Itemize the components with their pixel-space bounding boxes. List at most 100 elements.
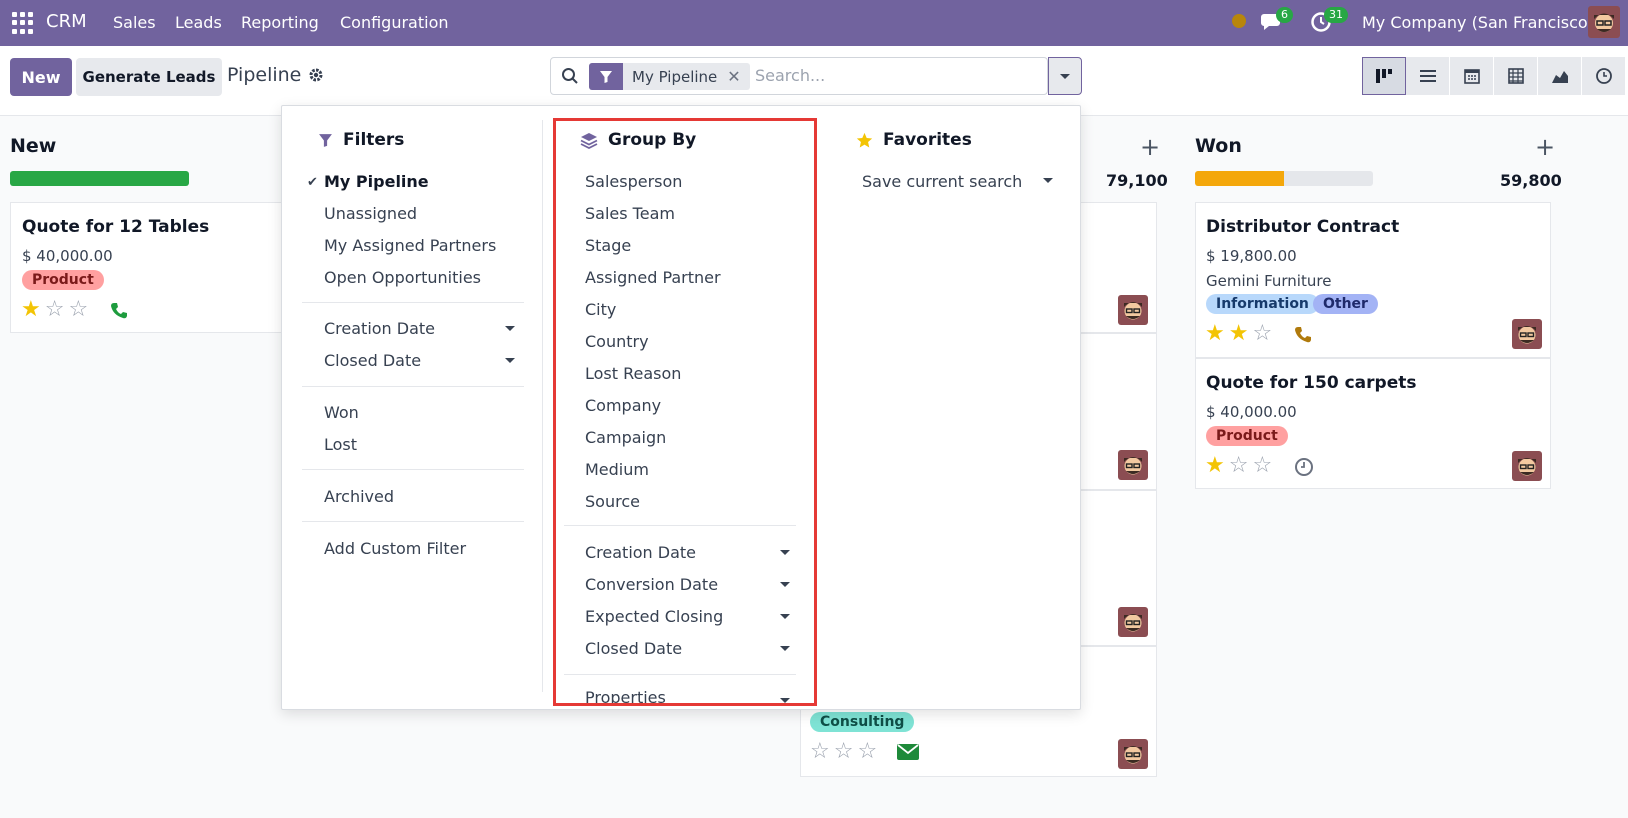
chat-icon[interactable]: 6 xyxy=(1260,7,1293,37)
close-icon[interactable]: ✕ xyxy=(727,67,749,86)
new-button[interactable]: New xyxy=(10,58,72,96)
company-switcher[interactable]: My Company (San Francisco) xyxy=(1362,13,1594,32)
phone-icon[interactable] xyxy=(110,302,128,324)
graph-view-button[interactable] xyxy=(1538,57,1582,95)
groupby-properties[interactable]: Properties xyxy=(585,691,666,705)
groupby-creation-date[interactable]: Creation Date xyxy=(585,543,696,562)
divider xyxy=(564,674,796,675)
envelope-icon[interactable] xyxy=(897,744,919,764)
activity-clock-icon[interactable]: 31 xyxy=(1310,7,1348,37)
groupby-closed-date[interactable]: Closed Date xyxy=(585,639,682,658)
filter-my-pipeline[interactable]: My Pipeline xyxy=(324,172,429,191)
star-icon[interactable]: ☆ xyxy=(1252,455,1272,477)
star-icon[interactable]: ☆ xyxy=(857,741,877,763)
groupby-assigned-partner[interactable]: Assigned Partner xyxy=(585,268,721,287)
filter-creation-date[interactable]: Creation Date xyxy=(324,319,435,338)
star-icon[interactable]: ★ xyxy=(1205,323,1225,345)
groupby-medium[interactable]: Medium xyxy=(585,460,649,479)
priority-stars[interactable]: ★ ★ ☆ xyxy=(1205,323,1272,345)
divider xyxy=(564,525,796,526)
star-icon[interactable]: ☆ xyxy=(1252,323,1272,345)
chevron-down-icon[interactable] xyxy=(505,326,515,331)
search-input[interactable] xyxy=(755,66,1015,85)
column-progress-bar[interactable] xyxy=(1195,171,1373,186)
groupby-city[interactable]: City xyxy=(585,300,616,319)
filter-closed-date[interactable]: Closed Date xyxy=(324,351,421,370)
column-progress-bar[interactable] xyxy=(10,171,189,186)
card-title: Distributor Contract xyxy=(1206,217,1400,237)
search-options-toggle[interactable] xyxy=(1048,57,1082,95)
priority-stars[interactable]: ★ ☆ ☆ xyxy=(21,299,88,321)
groupby-expected-closing[interactable]: Expected Closing xyxy=(585,607,723,626)
column-title-won[interactable]: Won xyxy=(1195,135,1242,157)
menu-sales[interactable]: Sales xyxy=(113,13,156,32)
avatar xyxy=(1512,451,1542,481)
star-icon[interactable]: ★ xyxy=(1229,323,1249,345)
add-card-plus-icon[interactable]: + xyxy=(1535,133,1555,161)
kanban-card[interactable]: Quote for 150 carpets $ 40,000.00 Produc… xyxy=(1195,358,1551,489)
groupby-source[interactable]: Source xyxy=(585,492,640,511)
filters-heading: Filters xyxy=(318,130,404,150)
kanban-card[interactable]: Quote for 12 Tables $ 40,000.00 Product … xyxy=(10,202,300,333)
priority-stars[interactable]: ☆ ☆ ☆ xyxy=(810,741,877,763)
filter-my-assigned-partners[interactable]: My Assigned Partners xyxy=(324,236,496,255)
filter-open-opportunities[interactable]: Open Opportunities xyxy=(324,268,481,287)
star-icon[interactable]: ☆ xyxy=(1229,455,1249,477)
filter-unassigned[interactable]: Unassigned xyxy=(324,204,417,223)
star-icon[interactable]: ☆ xyxy=(834,741,854,763)
chevron-down-icon[interactable] xyxy=(1043,178,1053,183)
groupby-campaign[interactable]: Campaign xyxy=(585,428,666,447)
star-icon[interactable]: ☆ xyxy=(810,741,830,763)
priority-stars[interactable]: ★ ☆ ☆ xyxy=(1205,455,1272,477)
menu-leads[interactable]: Leads xyxy=(175,13,222,32)
groupby-company[interactable]: Company xyxy=(585,396,661,415)
chevron-down-icon[interactable] xyxy=(780,582,790,587)
kanban-card[interactable]: Distributor Contract $ 19,800.00 Gemini … xyxy=(1195,202,1551,358)
column-separator xyxy=(542,120,543,692)
kanban-view-button[interactable] xyxy=(1362,57,1406,95)
top-navbar: CRM Sales Leads Reporting Configuration … xyxy=(0,0,1628,46)
chevron-down-icon[interactable] xyxy=(780,698,790,703)
app-brand[interactable]: CRM xyxy=(46,11,87,32)
groupby-sales-team[interactable]: Sales Team xyxy=(585,204,675,223)
apps-menu-icon[interactable] xyxy=(12,12,34,34)
chevron-down-icon[interactable] xyxy=(505,358,515,363)
activity-badge: 31 xyxy=(1324,7,1348,23)
groupby-country[interactable]: Country xyxy=(585,332,649,351)
card-title: Quote for 12 Tables xyxy=(22,217,210,237)
activity-view-button[interactable] xyxy=(1582,57,1626,95)
clock-icon[interactable] xyxy=(1294,457,1314,481)
search-options-dropdown: Filters ✔ My Pipeline Unassigned My Assi… xyxy=(281,105,1081,710)
star-icon[interactable]: ★ xyxy=(1205,455,1225,477)
calendar-view-button[interactable] xyxy=(1450,57,1494,95)
save-current-search[interactable]: Save current search xyxy=(862,172,1022,191)
gear-icon[interactable] xyxy=(308,67,324,87)
star-icon[interactable]: ☆ xyxy=(68,299,88,321)
groupby-lost-reason[interactable]: Lost Reason xyxy=(585,364,681,383)
add-custom-filter[interactable]: Add Custom Filter xyxy=(324,539,466,558)
user-avatar[interactable] xyxy=(1588,6,1620,38)
star-icon[interactable]: ★ xyxy=(21,299,41,321)
chevron-down-icon[interactable] xyxy=(780,550,790,555)
groupby-salesperson[interactable]: Salesperson xyxy=(585,172,682,191)
filter-archived[interactable]: Archived xyxy=(324,487,394,506)
pivot-view-button[interactable] xyxy=(1494,57,1538,95)
filter-won[interactable]: Won xyxy=(324,403,359,422)
add-card-plus-icon[interactable]: + xyxy=(1140,133,1160,161)
groupby-conversion-date[interactable]: Conversion Date xyxy=(585,575,718,594)
status-dot-icon[interactable] xyxy=(1232,14,1246,28)
layers-icon xyxy=(580,132,598,149)
search-icon[interactable] xyxy=(561,67,579,89)
chevron-down-icon[interactable] xyxy=(780,646,790,651)
star-icon[interactable]: ☆ xyxy=(45,299,65,321)
divider xyxy=(302,386,524,387)
filter-lost[interactable]: Lost xyxy=(324,435,357,454)
menu-configuration[interactable]: Configuration xyxy=(340,13,449,32)
generate-leads-button[interactable]: Generate Leads xyxy=(76,58,222,96)
groupby-stage[interactable]: Stage xyxy=(585,236,631,255)
column-title-new[interactable]: New xyxy=(10,135,56,157)
phone-icon[interactable] xyxy=(1294,326,1312,348)
list-view-button[interactable] xyxy=(1406,57,1450,95)
menu-reporting[interactable]: Reporting xyxy=(241,13,319,32)
chevron-down-icon[interactable] xyxy=(780,614,790,619)
